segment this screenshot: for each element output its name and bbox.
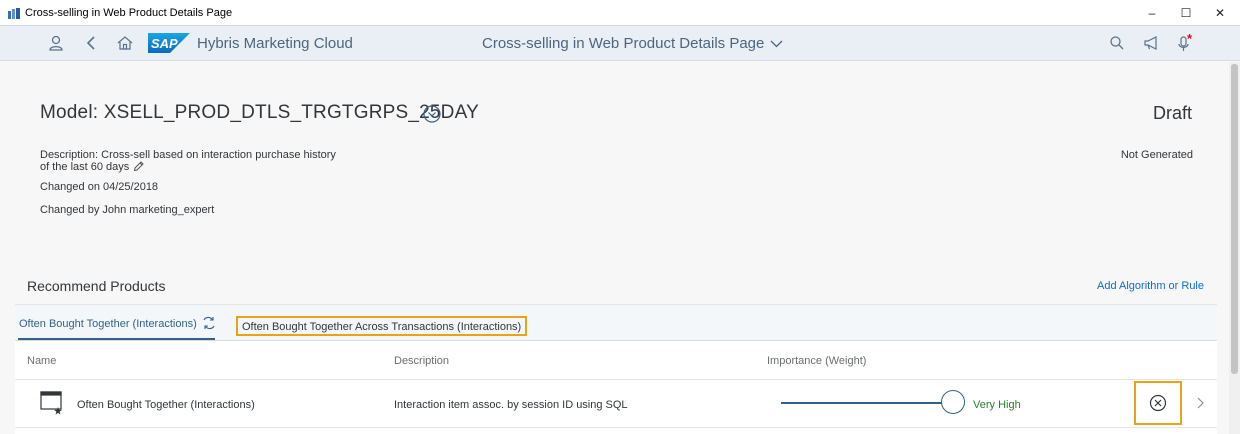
- column-header-importance: Importance (Weight): [767, 355, 867, 367]
- vertical-scrollbar[interactable]: [1229, 62, 1240, 434]
- changed-by: Changed by John marketing_expert: [40, 204, 215, 216]
- edit-icon[interactable]: [133, 161, 144, 172]
- tab-bar: Often Bought Together (Interactions) Oft…: [15, 304, 1217, 341]
- model-title: Model: XSELL_PROD_DTLS_TRGTGRPS_25DAY: [40, 102, 479, 123]
- tab-often-bought-together-across-transactions[interactable]: Often Bought Together Across Transaction…: [236, 316, 528, 336]
- scrollbar-thumb[interactable]: [1231, 64, 1238, 374]
- back-icon[interactable]: [83, 34, 101, 52]
- refresh-icon[interactable]: [202, 316, 216, 330]
- page-title: Cross-selling in Web Product Details Pag…: [482, 35, 765, 52]
- column-header-description: Description: [394, 355, 450, 367]
- object-header: Model: XSELL_PROD_DTLS_TRGTGRPS_25DAY Dr…: [0, 62, 1229, 272]
- recommend-products-section: Recommend Products Add Algorithm or Rule…: [15, 272, 1217, 434]
- megaphone-icon[interactable]: [1142, 34, 1160, 52]
- shell-bar: SAP Hybris Marketing Cloud Cross-selling…: [0, 26, 1240, 61]
- window-titlebar: Cross-selling in Web Product Details Pag…: [0, 0, 1240, 26]
- sap-logo: SAP: [148, 33, 190, 53]
- home-icon[interactable]: [116, 34, 134, 52]
- importance-label: Very High: [973, 399, 1021, 411]
- column-header-name: Name: [27, 355, 57, 367]
- description-line-2: of the last 60 days: [40, 161, 130, 173]
- importance-slider-handle[interactable]: [941, 390, 965, 414]
- row-description: Interaction item assoc. by session ID us…: [394, 399, 628, 411]
- maximize-button[interactable]: ☐: [1172, 3, 1200, 23]
- minimize-button[interactable]: –: [1138, 3, 1166, 23]
- tab-often-bought-together[interactable]: Often Bought Together (Interactions): [19, 318, 197, 330]
- page-title-menu[interactable]: Cross-selling in Web Product Details Pag…: [482, 35, 783, 52]
- generation-status: Not Generated: [1120, 149, 1193, 161]
- remove-algorithm-button[interactable]: [1134, 381, 1182, 425]
- chevron-right-icon[interactable]: [1195, 396, 1205, 410]
- chevron-down-icon: [770, 40, 783, 48]
- close-window-button[interactable]: ✕: [1206, 3, 1234, 23]
- description-line-1: Description: Cross-sell based on interac…: [40, 149, 336, 161]
- changed-on: Changed on 04/25/2018: [40, 181, 159, 193]
- table-row[interactable]: Often Bought Together (Interactions) Int…: [15, 380, 1217, 428]
- close-circle-icon: [1149, 394, 1167, 412]
- svg-text:SAP: SAP: [151, 36, 178, 51]
- microphone-icon[interactable]: *: [1176, 34, 1196, 52]
- model-description: Description: Cross-sell based on interac…: [40, 149, 360, 173]
- add-algorithm-link[interactable]: Add Algorithm or Rule: [1097, 280, 1204, 292]
- row-name: Often Bought Together (Interactions): [77, 399, 255, 411]
- description-line-2-wrap: of the last 60 days: [40, 161, 360, 173]
- expand-title-icon[interactable]: [422, 104, 442, 124]
- notification-star-icon: *: [1187, 34, 1193, 46]
- algorithm-favorite-icon: [40, 391, 62, 415]
- importance-slider-track[interactable]: [781, 402, 942, 404]
- section-title: Recommend Products: [27, 278, 166, 294]
- app-icon: [8, 8, 20, 19]
- model-status: Draft: [1152, 103, 1192, 123]
- app-name: Hybris Marketing Cloud: [197, 35, 353, 52]
- user-icon[interactable]: [47, 34, 65, 52]
- table-header: Name Description Importance (Weight): [15, 342, 1217, 380]
- search-icon[interactable]: [1108, 34, 1126, 52]
- section-title-bar: Recommend Products Add Algorithm or Rule: [15, 272, 1217, 304]
- window-title: Cross-selling in Web Product Details Pag…: [25, 7, 233, 19]
- selected-tab-indicator: [18, 338, 215, 340]
